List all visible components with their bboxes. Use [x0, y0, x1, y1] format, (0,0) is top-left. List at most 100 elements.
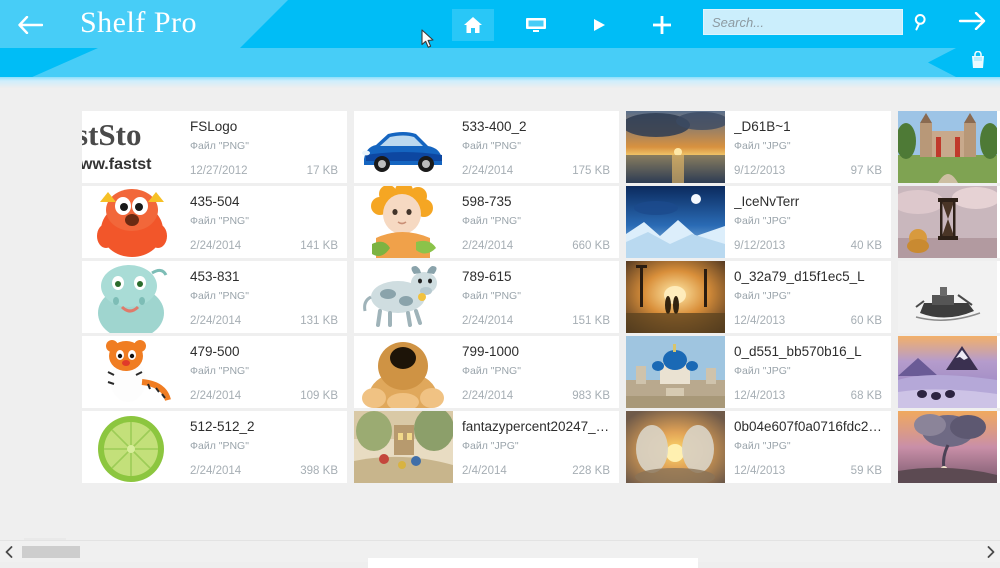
thumbnail — [898, 186, 997, 258]
file-date: 2/4/2014 — [462, 465, 507, 477]
file-type: Файл "JPG" — [734, 140, 882, 152]
monitor-icon — [525, 16, 547, 34]
file-name: 479-500 — [190, 344, 338, 359]
file-name: 435-504 — [190, 194, 338, 209]
file-footer: 2/24/2014 660 KB — [462, 240, 610, 252]
list-item[interactable]: 453-831 Файл "PNG" 2/24/2014 131 KB — [82, 261, 347, 333]
file-type: Файл "PNG" — [190, 140, 338, 152]
file-size: 228 KB — [572, 465, 610, 477]
thumbnail — [354, 261, 453, 333]
shopping-bag-icon — [970, 51, 986, 69]
toolbar-monitor-button[interactable] — [515, 9, 557, 41]
file-date: 12/4/2013 — [734, 315, 785, 327]
file-name: _IceNvTerr — [734, 194, 882, 209]
file-meta: 0_32a79_d15f1ec5_L Файл "JPG" 12/4/2013 … — [725, 261, 891, 333]
file-size: 59 KB — [851, 465, 882, 477]
list-item[interactable]: 479-500 Файл "PNG" 2/24/2014 109 KB — [82, 336, 347, 408]
list-item[interactable]: 1 Фай 12/ — [898, 186, 1000, 258]
toolbar-home-button[interactable] — [452, 9, 494, 41]
thumbnail — [626, 336, 725, 408]
thumbnail — [82, 186, 181, 258]
file-meta: 533-400_2 Файл "PNG" 2/24/2014 175 KB — [453, 111, 619, 183]
file-type: Файл "PNG" — [462, 290, 610, 302]
file-name: 0_32a79_d15f1ec5_L — [734, 269, 882, 284]
file-size: 97 KB — [851, 165, 882, 177]
arrow-right-icon — [958, 12, 986, 30]
hourglass-surreal-thumb — [898, 186, 997, 258]
list-item[interactable]: 0b04e607f0a0716fdc2d... Файл "JPG" 12/4/… — [626, 411, 891, 483]
search-area — [703, 9, 931, 35]
file-size: 17 KB — [307, 165, 338, 177]
thumbnail — [898, 111, 997, 183]
file-name: FSLogo — [190, 119, 338, 134]
list-item[interactable]: 1c2 Фай 12/ — [898, 261, 1000, 333]
file-type: Файл "PNG" — [462, 215, 610, 227]
baby-flower-thumb — [354, 186, 453, 258]
scroll-right-button[interactable] — [982, 541, 1000, 563]
forward-button[interactable] — [958, 12, 986, 30]
play-icon — [591, 17, 607, 33]
list-item[interactable]: stSto ww.fastst FSLogo Файл "PNG" 12/27/… — [82, 111, 347, 183]
scroll-track[interactable] — [18, 545, 982, 559]
file-date: 12/4/2013 — [734, 465, 785, 477]
list-item[interactable]: 435-504 Файл "PNG" 2/24/2014 141 KB — [82, 186, 347, 258]
list-item[interactable]: 533-400_2 Файл "PNG" 2/24/2014 175 KB — [354, 111, 619, 183]
file-type: Файл "PNG" — [462, 140, 610, 152]
list-item[interactable]: _D61B~1 Файл "JPG" 9/12/2013 97 KB — [626, 111, 891, 183]
file-type: Файл "JPG" — [734, 215, 882, 227]
horizontal-scrollbar[interactable] — [0, 540, 1000, 562]
list-item[interactable]: 0_d551_bb570b16_L Файл "JPG" 12/4/2013 6… — [626, 336, 891, 408]
file-footer: 2/4/2014 228 KB — [462, 465, 610, 477]
list-item[interactable]: 0_32a79_d15f1ec5_L Файл "JPG" 12/4/2013 … — [626, 261, 891, 333]
scroll-left-button[interactable] — [0, 541, 18, 563]
list-item[interactable]: fantazypercent20247_9... Файл "JPG" 2/4/… — [354, 411, 619, 483]
list-item[interactable]: 512-512_2 Файл "PNG" 2/24/2014 398 KB — [82, 411, 347, 483]
thumbnail — [626, 261, 725, 333]
file-size: 109 KB — [300, 390, 338, 402]
file-footer: 2/24/2014 175 KB — [462, 165, 610, 177]
thumbnail — [898, 261, 997, 333]
file-date: 2/24/2014 — [190, 465, 241, 477]
scroll-thumb[interactable] — [22, 546, 80, 558]
file-footer: 12/4/2013 68 KB — [734, 390, 882, 402]
file-name: 0_d551_bb570b16_L — [734, 344, 882, 359]
shopping-bag-button[interactable] — [970, 51, 986, 69]
file-size: 660 KB — [572, 240, 610, 252]
list-item[interactable]: _IceNvTerr Файл "JPG" 9/12/2013 40 KB — [626, 186, 891, 258]
file-footer: 12/27/2012 17 KB — [190, 165, 338, 177]
file-type: Файл "JPG" — [734, 440, 882, 452]
file-column: stSto ww.fastst FSLogo Файл "PNG" 12/27/… — [82, 111, 347, 483]
file-date: 2/24/2014 — [190, 240, 241, 252]
search-submit-button[interactable] — [913, 13, 931, 31]
file-type: Файл "PNG" — [190, 365, 338, 377]
file-footer: 2/24/2014 983 KB — [462, 390, 610, 402]
search-input[interactable] — [703, 9, 903, 35]
list-item[interactable]: 1sh Фай 12/ — [898, 411, 1000, 483]
thumbnail — [354, 336, 453, 408]
header-lower-band — [0, 48, 1000, 77]
thumbnail — [82, 336, 181, 408]
file-footer: 2/24/2014 141 KB — [190, 240, 338, 252]
list-item[interactable]: 789-615 Файл "PNG" 2/24/2014 151 KB — [354, 261, 619, 333]
file-date: 9/12/2013 — [734, 240, 785, 252]
sunset-walk-thumb — [626, 261, 725, 333]
file-meta: fantazypercent20247_9... Файл "JPG" 2/4/… — [453, 411, 619, 483]
file-meta: 512-512_2 Файл "PNG" 2/24/2014 398 KB — [181, 411, 347, 483]
file-name: _D61B~1 — [734, 119, 882, 134]
file-meta: 799-1000 Файл "PNG" 2/24/2014 983 KB — [453, 336, 619, 408]
list-item[interactable]: 598-735 Файл "PNG" 2/24/2014 660 KB — [354, 186, 619, 258]
list-item[interactable]: 001 Фай 12/ — [898, 111, 1000, 183]
back-button[interactable] — [12, 10, 48, 40]
file-name: 512-512_2 — [190, 419, 338, 434]
file-date: 2/24/2014 — [462, 315, 513, 327]
file-name: 789-615 — [462, 269, 610, 284]
toolbar-add-button[interactable] — [641, 9, 683, 41]
thumbnail — [898, 336, 997, 408]
list-item[interactable]: 799-1000 Файл "PNG" 2/24/2014 983 KB — [354, 336, 619, 408]
home-icon — [463, 16, 483, 34]
list-item[interactable]: 1df Фай 12/ — [898, 336, 1000, 408]
file-type: Файл "PNG" — [190, 440, 338, 452]
plus-icon — [652, 15, 672, 35]
orange-cartoon-thumb — [82, 186, 181, 258]
toolbar-play-button[interactable] — [578, 9, 620, 41]
